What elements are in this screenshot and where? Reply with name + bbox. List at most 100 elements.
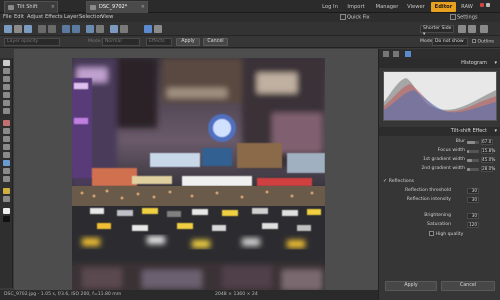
mode-raw[interactable]: RAW — [458, 2, 476, 12]
slider-track[interactable] — [467, 141, 479, 144]
lasso-tool-icon[interactable] — [3, 84, 10, 90]
panel-tab-icon[interactable] — [383, 51, 389, 57]
saturation-row: Saturation 120 — [383, 222, 497, 230]
tab-tilt-shift[interactable]: Tilt Shift × — [4, 1, 58, 13]
high-quality-label: High quality — [435, 232, 464, 237]
brightening-value[interactable]: 30 — [467, 213, 479, 219]
outline-checkbox[interactable] — [472, 39, 476, 43]
mode-manager[interactable]: Manager — [372, 2, 402, 12]
save-icon[interactable] — [24, 25, 32, 33]
resize-icon[interactable] — [96, 25, 104, 33]
shape-tool-icon[interactable] — [3, 176, 10, 182]
menu-effects[interactable]: Effects — [45, 14, 63, 20]
rotate-left-icon[interactable] — [62, 25, 70, 33]
window-maximize-icon[interactable] — [485, 3, 490, 7]
blur-value[interactable]: 67.0 — [481, 139, 493, 145]
histogram-header[interactable]: Histogram ▾ — [379, 59, 500, 68]
eraser-tool-icon[interactable] — [3, 144, 10, 150]
panel-tab-icon[interactable] — [393, 51, 399, 57]
brush-tool-icon[interactable] — [3, 136, 10, 142]
color-icon[interactable] — [110, 25, 118, 33]
red-eye-tool-icon[interactable] — [3, 120, 10, 126]
mode-viewer[interactable]: Viewer — [404, 2, 428, 12]
slider-track[interactable] — [467, 150, 479, 153]
undo-icon[interactable] — [38, 25, 46, 33]
text-tool-icon[interactable] — [3, 168, 10, 174]
focus-width-value[interactable]: 15.8% — [481, 148, 495, 154]
high-quality-toggle[interactable]: High quality — [429, 231, 497, 239]
reflections-toggle[interactable]: ✓ Reflections — [383, 178, 497, 186]
mode-import[interactable]: Import — [344, 2, 368, 12]
tilt-shift-settings: Blur 67.0 Focus width 15.8% 1st gradient… — [379, 137, 500, 177]
photo-tilt-shift-street[interactable] — [72, 58, 325, 295]
mode-editor[interactable]: Editor — [431, 2, 456, 12]
zoom-in-icon[interactable] — [458, 25, 466, 33]
saturation-label: Saturation — [427, 222, 451, 227]
settings-button[interactable]: Settings — [450, 14, 478, 21]
histogram-title: Histogram — [461, 60, 487, 66]
background-color-swatch[interactable] — [3, 216, 10, 222]
apply-button[interactable]: Apply — [176, 38, 200, 46]
chevron-down-icon[interactable]: ▾ — [494, 59, 497, 68]
window-controls[interactable] — [480, 3, 496, 10]
window-close-icon[interactable] — [480, 3, 484, 7]
rotate-right-icon[interactable] — [72, 25, 80, 33]
close-icon[interactable]: × — [141, 4, 145, 10]
quick-fix-button[interactable]: Quick Fix — [340, 14, 370, 21]
burn-tool-icon[interactable] — [3, 196, 10, 202]
move-tool-icon[interactable] — [3, 68, 10, 74]
fill-tool-icon[interactable] — [3, 152, 10, 158]
gradient-tool-icon[interactable] — [3, 160, 10, 166]
menu-selection[interactable]: Selection — [79, 14, 103, 20]
redo-icon[interactable] — [48, 25, 56, 33]
fit-icon[interactable] — [480, 25, 488, 33]
brightening-row: Brightening 30 — [383, 213, 497, 221]
dodge-tool-icon[interactable] — [3, 188, 10, 194]
grid-icon[interactable] — [154, 25, 162, 33]
magic-wand-tool-icon[interactable] — [3, 92, 10, 98]
close-icon[interactable]: × — [51, 4, 55, 10]
menu-view[interactable]: View — [101, 14, 113, 20]
effect-apply-button[interactable]: Apply — [385, 281, 437, 291]
new-icon[interactable] — [4, 25, 12, 33]
main-toolbar: Shorter Side ▾ — [0, 22, 500, 37]
second-gradient-value[interactable]: 28.0% — [481, 166, 495, 172]
effect-header[interactable]: Tilt-shift Effect ▾ — [379, 127, 500, 136]
tab-dsc-9702[interactable]: DSC_9702* × — [86, 1, 148, 13]
effects-field[interactable]: Effects — [146, 38, 172, 46]
saturation-value[interactable]: 120 — [467, 222, 479, 228]
outline-toggle[interactable]: Outline — [472, 39, 494, 45]
selection-tool-icon[interactable] — [3, 76, 10, 82]
crop-icon[interactable] — [86, 25, 94, 33]
levels-icon[interactable] — [120, 25, 128, 33]
menu-layer[interactable]: Layer — [64, 14, 78, 20]
high-quality-checkbox[interactable] — [429, 231, 434, 236]
slider-track[interactable] — [467, 159, 479, 162]
selection-mode-select[interactable]: Do not show — [432, 38, 468, 46]
clone-tool-icon[interactable] — [3, 128, 10, 134]
zoom-out-icon[interactable] — [468, 25, 476, 33]
zoom-select[interactable]: Shorter Side ▾ — [420, 25, 454, 37]
menu-adjust[interactable]: Adjust — [27, 14, 43, 20]
menu-edit[interactable]: Edit — [14, 14, 24, 20]
effect-cancel-button[interactable]: Cancel — [441, 281, 495, 291]
histogram-curves — [384, 78, 496, 120]
focus-width-label: Focus width — [437, 148, 465, 153]
menu-file[interactable]: File — [3, 14, 12, 20]
first-gradient-value[interactable]: 45.0% — [481, 157, 495, 163]
straighten-tool-icon[interactable] — [3, 108, 10, 114]
cancel-button[interactable]: Cancel — [203, 38, 228, 46]
layer-opacity-field[interactable]: Layer opacity — [4, 38, 60, 46]
crop-tool-icon[interactable] — [3, 100, 10, 106]
mode-log-in[interactable]: Log In — [318, 2, 342, 12]
foreground-color-swatch[interactable] — [3, 208, 10, 214]
slider-track[interactable] — [467, 168, 479, 171]
pointer-tool-icon[interactable] — [3, 60, 10, 66]
reflection-threshold-value[interactable]: 30 — [467, 188, 479, 194]
layout-icon[interactable] — [144, 25, 152, 33]
blend-mode-select[interactable]: Normal — [102, 38, 140, 46]
reflection-intensity-value[interactable]: 30 — [467, 197, 479, 203]
open-icon[interactable] — [14, 25, 22, 33]
panel-tab-icon[interactable] — [405, 51, 411, 57]
chevron-down-icon[interactable]: ▾ — [494, 127, 497, 136]
